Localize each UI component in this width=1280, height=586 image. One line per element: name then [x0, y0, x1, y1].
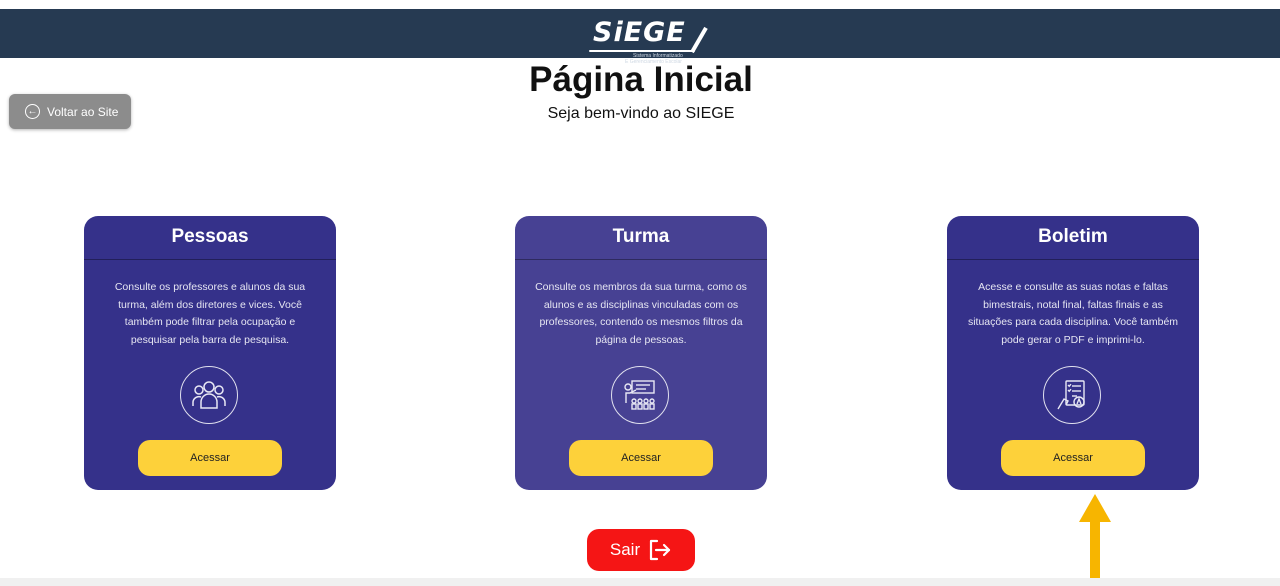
card-title: Turma	[612, 226, 670, 247]
top-strip	[0, 0, 1280, 9]
acessar-boletim-button[interactable]: Acessar	[1001, 440, 1145, 476]
card-description: Consulte os professores e alunos da sua …	[114, 281, 306, 346]
acessar-turma-button[interactable]: Acessar	[569, 440, 713, 476]
card-divider	[515, 259, 767, 260]
card-title: Pessoas	[171, 226, 249, 247]
report-card-icon	[1043, 366, 1101, 424]
logo-underline	[589, 50, 695, 52]
card-title: Boletim	[1038, 226, 1108, 247]
card-turma: Turma Consulte os membros da sua turma, …	[515, 216, 767, 490]
page-title: Página Inicial	[529, 60, 753, 99]
card-divider	[947, 259, 1199, 260]
site-header: SiEGE Sistema Informatizado E Gerenciame…	[0, 9, 1280, 65]
card-description: Consulte os membros da sua turma, como o…	[535, 281, 747, 346]
logout-button[interactable]: Sair	[587, 529, 695, 571]
card-description: Acesse e consulte as suas notas e faltas…	[967, 281, 1179, 346]
logout-label: Sair	[609, 540, 641, 559]
logout-icon	[650, 539, 671, 561]
bottom-strip	[0, 578, 1280, 586]
card-boletim: Boletim Acesse e consulte as suas notas …	[947, 216, 1199, 490]
card-divider	[84, 259, 336, 260]
people-group-icon	[180, 366, 238, 424]
highlight-arrow-icon	[1079, 494, 1111, 582]
classroom-icon	[611, 366, 669, 424]
acessar-pessoas-button[interactable]: Acessar	[138, 440, 282, 476]
page-subtitle: Seja bem-vindo ao SIEGE	[547, 105, 735, 122]
card-pessoas: Pessoas Consulte os professores e alunos…	[84, 216, 336, 490]
logo-text: SiEGE	[593, 17, 686, 48]
